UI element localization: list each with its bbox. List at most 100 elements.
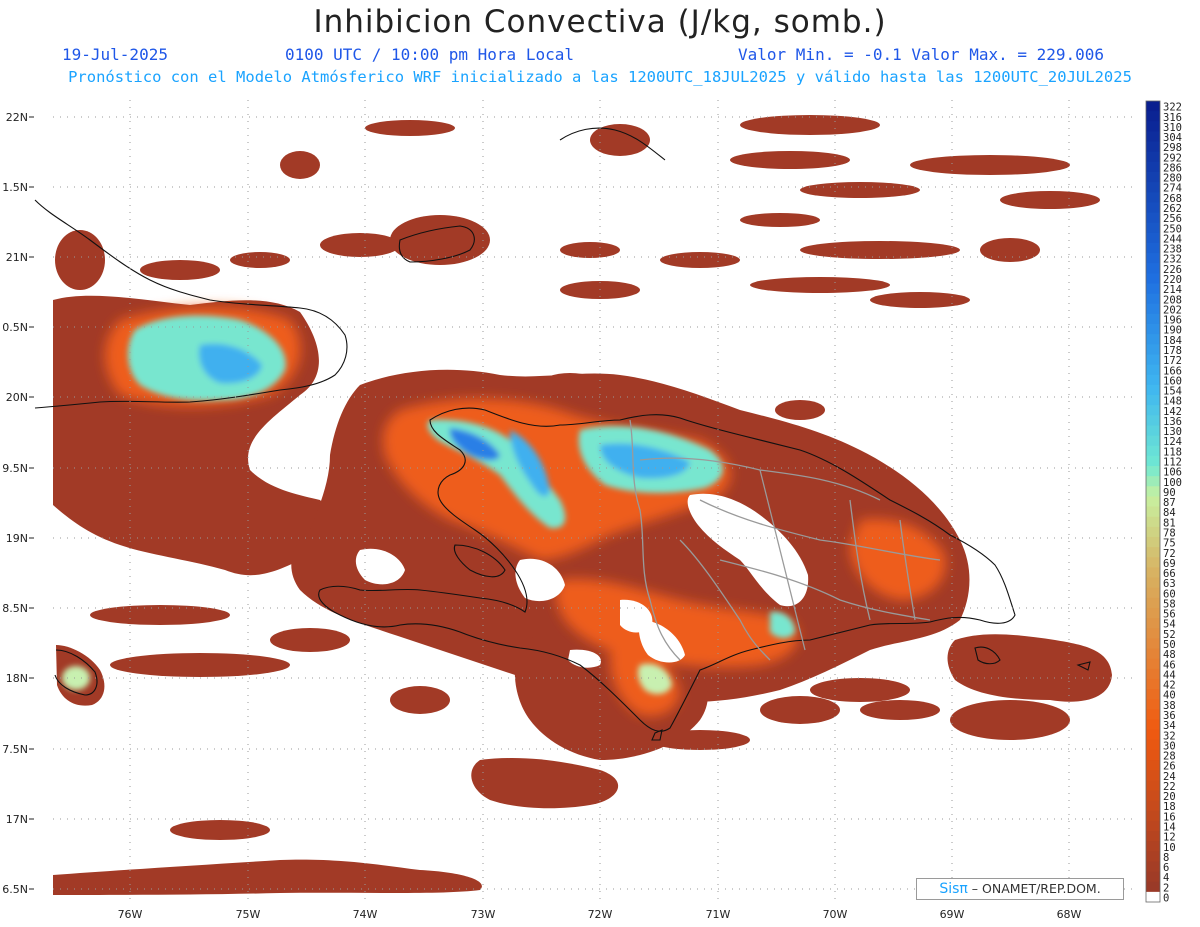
lat-labels: 22N 1.5N 21N 0.5N 20N 9.5N 19N 8.5N 18N …: [2, 111, 28, 896]
colorbar-swatch: [1146, 780, 1160, 792]
colorbar-swatch: [1146, 283, 1160, 295]
lon-label: 74W: [353, 908, 378, 921]
lat-label: 9.5N: [2, 462, 28, 475]
colorbar-swatch: [1146, 851, 1160, 863]
colorbar-swatch: [1146, 881, 1160, 893]
colorbar-swatch: [1146, 587, 1160, 599]
colorbar-swatch: [1146, 384, 1160, 396]
colorbar-swatch: [1146, 841, 1160, 852]
colorbar-swatch: [1146, 618, 1160, 629]
colorbar-swatch: [1146, 303, 1160, 315]
colorbar-swatch: [1146, 861, 1160, 873]
colorbar-swatch: [1146, 374, 1160, 386]
credit-box: Sisπ – ONAMET/REP.DOM.: [916, 878, 1124, 900]
colorbar-swatch: [1146, 567, 1160, 579]
colorbar-swatch: [1146, 313, 1160, 325]
lat-label: 19N: [6, 532, 28, 545]
colorbar-swatch: [1146, 790, 1160, 802]
colorbar-swatch: [1146, 171, 1160, 183]
colorbar-swatch: [1146, 253, 1160, 264]
colorbar-label: 0: [1163, 892, 1169, 904]
colorbar-swatch: [1146, 577, 1160, 589]
lat-label: 21N: [6, 251, 28, 264]
colorbar-swatch: [1146, 131, 1160, 143]
colorbar-swatch: [1146, 597, 1160, 609]
colorbar-swatch: [1146, 536, 1160, 548]
colorbar: 3223163103042982922862802742682622562502…: [1145, 100, 1182, 904]
colorbar-swatch: [1146, 719, 1160, 731]
colorbar-swatch: [1146, 770, 1160, 781]
colorbar-swatch: [1146, 151, 1160, 163]
colorbar-swatch: [1146, 435, 1160, 447]
colorbar-swatch: [1146, 232, 1160, 244]
colorbar-swatch: [1146, 678, 1160, 690]
colorbar-swatch: [1146, 607, 1160, 619]
colorbar-swatch: [1146, 476, 1160, 487]
colorbar-swatch: [1146, 526, 1160, 538]
lat-label: 1.5N: [2, 181, 28, 194]
lon-label: 75W: [236, 908, 261, 921]
colorbar-swatch: [1146, 141, 1160, 153]
colorbar-swatch: [1146, 800, 1160, 812]
colorbar-swatch: [1146, 496, 1160, 508]
colorbar-swatch: [1146, 638, 1160, 650]
lat-label: 8.5N: [2, 602, 28, 615]
lat-label: 17N: [6, 813, 28, 826]
colorbar-swatch: [1146, 161, 1160, 173]
lat-label: 7.5N: [2, 743, 28, 756]
colorbar-swatch: [1146, 891, 1160, 903]
colorbar-swatch: [1146, 212, 1160, 224]
colorbar-swatch: [1146, 455, 1160, 467]
colorbar-swatch: [1146, 334, 1160, 345]
colorbar-swatch: [1146, 405, 1160, 416]
colorbar-swatch: [1146, 689, 1160, 700]
colorbar-swatch: [1146, 101, 1160, 112]
sispi-brand: Sisπ: [939, 881, 968, 897]
colorbar-swatch: [1146, 242, 1160, 254]
colorbar-swatch: [1146, 364, 1160, 376]
lon-labels: 76W 75W 74W 73W 72W 71W 70W 69W 68W: [118, 908, 1082, 921]
colorbar-swatch: [1146, 202, 1160, 214]
lat-label: 6.5N: [2, 883, 28, 896]
colorbar-swatch: [1146, 749, 1160, 761]
colorbar-swatch: [1146, 628, 1160, 639]
colorbar-swatch: [1146, 182, 1160, 193]
colorbar-swatch: [1146, 820, 1160, 832]
colorbar-swatch: [1146, 445, 1160, 457]
colorbar-swatch: [1146, 831, 1160, 842]
colorbar-swatch: [1146, 273, 1160, 285]
colorbar-swatch: [1146, 344, 1160, 356]
colorbar-swatch: [1146, 466, 1160, 477]
colorbar-swatch: [1146, 810, 1160, 822]
colorbar-swatch: [1146, 486, 1160, 498]
lon-label: 71W: [706, 908, 731, 921]
lat-label: 18N: [6, 672, 28, 685]
colorbar-swatch: [1146, 760, 1160, 771]
lat-label: 0.5N: [2, 321, 28, 334]
colorbar-swatch: [1146, 222, 1160, 234]
credit-text: – ONAMET/REP.DOM.: [967, 881, 1101, 896]
colorbar-swatch: [1146, 415, 1160, 427]
colorbar-swatch: [1146, 395, 1160, 406]
colorbar-swatch: [1146, 739, 1160, 751]
colorbar-swatch: [1146, 709, 1160, 721]
colorbar-swatch: [1146, 648, 1160, 660]
lat-ticks: [29, 116, 34, 890]
colorbar-swatch: [1146, 506, 1160, 518]
colorbar-swatch: [1146, 192, 1160, 203]
colorbar-swatch: [1146, 354, 1160, 366]
colorbar-swatch: [1146, 293, 1160, 305]
lon-label: 68W: [1057, 908, 1082, 921]
lon-label: 69W: [940, 908, 965, 921]
colorbar-swatch: [1146, 263, 1160, 274]
colorbar-swatch: [1146, 516, 1160, 528]
lon-label: 70W: [823, 908, 848, 921]
lat-label: 22N: [6, 111, 28, 124]
colorbar-swatch: [1146, 425, 1160, 437]
map-figure: 22N 1.5N 21N 0.5N 20N 9.5N 19N 8.5N 18N …: [2, 100, 1182, 921]
colorbar-swatch: [1146, 111, 1160, 122]
colorbar-swatch: [1146, 547, 1160, 558]
colorbar-swatch: [1146, 324, 1160, 335]
colorbar-swatch: [1146, 121, 1160, 133]
colorbar-swatch: [1146, 557, 1160, 569]
